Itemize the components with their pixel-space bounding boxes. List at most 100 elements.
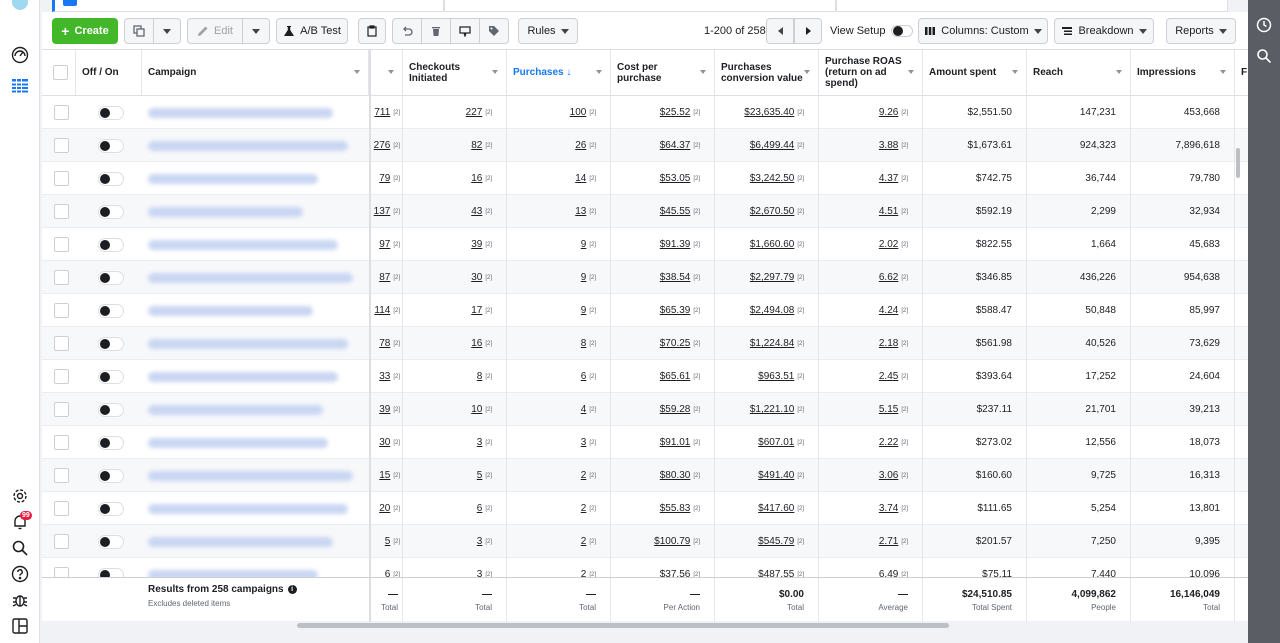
cell-purchases[interactable]: 3 [2]	[507, 426, 611, 459]
cell-purchase-roas[interactable]: 4.37 [2]	[819, 162, 923, 195]
ab-test-button[interactable]: A/B Test	[276, 18, 348, 44]
search-icon[interactable]	[10, 538, 30, 558]
row-select-checkbox[interactable]	[54, 501, 69, 516]
cell-cost-per-purchase[interactable]: $53.05 [2]	[611, 162, 715, 195]
table-row[interactable]: 30 [2] 3 [2] 3 [2] $91.01 [2] $607.01 [2] 2.22 [2] $…	[42, 426, 1248, 459]
cell-purchases[interactable]: 9 [2]	[507, 261, 611, 294]
campaign-name-link[interactable]	[148, 273, 353, 283]
row-select-checkbox[interactable]	[54, 105, 69, 120]
cell-cost-per-purchase[interactable]: $91.01 [2]	[611, 426, 715, 459]
cell-checkouts-initiated[interactable]: 43 [2]	[403, 195, 507, 228]
edit-button[interactable]: Edit	[187, 18, 243, 44]
campaign-on-off-toggle[interactable]	[98, 436, 124, 450]
cell-purchase-roas[interactable]: 4.24 [2]	[819, 294, 923, 327]
cell-checkouts-initiated[interactable]: 17 [2]	[403, 294, 507, 327]
row-select-checkbox[interactable]	[54, 534, 69, 549]
cell-conversion-value[interactable]: $3,242.50 [2]	[715, 162, 819, 195]
cell-hidden-metric[interactable]: 97 [2]	[371, 228, 403, 261]
cell-conversion-value[interactable]: $1,224.84 [2]	[715, 327, 819, 360]
header-campaign[interactable]: Campaign	[142, 50, 369, 96]
preview-button[interactable]	[450, 18, 480, 44]
cell-hidden-metric[interactable]: 276 [2]	[371, 129, 403, 162]
cell-purchase-roas[interactable]: 5.15 [2]	[819, 393, 923, 426]
table-row[interactable]: 87 [2] 30 [2] 9 [2] $38.54 [2] $2,297.79 [2] 6.62[…	[42, 261, 1248, 294]
cell-checkouts-initiated[interactable]: 227 [2]	[403, 96, 507, 129]
select-all-checkbox[interactable]	[53, 65, 68, 80]
header-impressions[interactable]: Impressions	[1131, 50, 1235, 96]
cell-purchase-roas[interactable]: 3.88 [2]	[819, 129, 923, 162]
campaign-on-off-toggle[interactable]	[98, 271, 124, 285]
zoom-search-icon[interactable]	[1256, 48, 1272, 64]
cell-conversion-value[interactable]: $963.51 [2]	[715, 360, 819, 393]
cell-purchase-roas[interactable]: 9.26 [2]	[819, 96, 923, 129]
cell-cost-per-purchase[interactable]: $55.83 [2]	[611, 492, 715, 525]
history-clock-icon[interactable]	[1256, 17, 1272, 33]
cell-purchase-roas[interactable]: 2.45 [2]	[819, 360, 923, 393]
header-cost-per-purchase[interactable]: Cost per purchase	[611, 50, 715, 96]
cell-purchase-roas[interactable]: 2.71 [2]	[819, 525, 923, 558]
row-select-checkbox[interactable]	[54, 435, 69, 450]
campaign-on-off-toggle[interactable]	[98, 403, 124, 417]
campaign-name-link[interactable]	[148, 504, 348, 514]
cell-checkouts-initiated[interactable]: 6 [2]	[403, 492, 507, 525]
cell-purchases[interactable]: 13 [2]	[507, 195, 611, 228]
campaign-on-off-toggle[interactable]	[98, 469, 124, 483]
table-row[interactable]: 276 [2] 82 [2] 26 [2] $64.37 [2] $6,499.44 [2] 3.8…	[42, 129, 1248, 162]
cell-checkouts-initiated[interactable]: 82 [2]	[403, 129, 507, 162]
table-row[interactable]: 79 [2] 16 [2] 14 [2] $53.05 [2] $3,242.50 [2] 4.37…	[42, 162, 1248, 195]
bug-report-icon[interactable]	[10, 590, 30, 610]
duplicate-button[interactable]	[124, 18, 154, 44]
table-row[interactable]: 20 [2] 6 [2] 2 [2] $55.83 [2] $417.60 [2] 3.74 [2] $…	[42, 492, 1248, 525]
campaign-name-link[interactable]	[148, 141, 348, 151]
cell-conversion-value[interactable]: $491.40 [2]	[715, 459, 819, 492]
cell-checkouts-initiated[interactable]: 16 [2]	[403, 327, 507, 360]
help-question-icon[interactable]	[10, 564, 30, 584]
campaign-name-link[interactable]	[148, 240, 338, 250]
table-row[interactable]: 114 [2] 17 [2] 9 [2] $65.39 [2] $2,494.08 [2] 4.24…	[42, 294, 1248, 327]
campaign-name-link[interactable]	[148, 471, 353, 481]
cell-hidden-metric[interactable]: 39 [2]	[371, 393, 403, 426]
cell-cost-per-purchase[interactable]: $45.55 [2]	[611, 195, 715, 228]
cell-purchase-roas[interactable]: 4.51 [2]	[819, 195, 923, 228]
create-button[interactable]: + Create	[52, 18, 118, 44]
cell-purchases[interactable]: 14 [2]	[507, 162, 611, 195]
row-select-checkbox[interactable]	[54, 138, 69, 153]
cell-purchases[interactable]: 8 [2]	[507, 327, 611, 360]
campaign-on-off-toggle[interactable]	[98, 106, 124, 120]
cell-conversion-value[interactable]: $607.01 [2]	[715, 426, 819, 459]
campaign-name-link[interactable]	[148, 108, 333, 118]
row-select-checkbox[interactable]	[54, 402, 69, 417]
cell-hidden-metric[interactable]: 33 [2]	[371, 360, 403, 393]
cell-purchase-roas[interactable]: 6.62 [2]	[819, 261, 923, 294]
panel-layout-icon[interactable]	[10, 616, 30, 636]
cell-cost-per-purchase[interactable]: $70.25 [2]	[611, 327, 715, 360]
vertical-scrollbar[interactable]	[1236, 148, 1240, 178]
undo-button[interactable]	[392, 18, 422, 44]
cell-cost-per-purchase[interactable]: $91.39 [2]	[611, 228, 715, 261]
header-purchases[interactable]: Purchases ↓	[507, 50, 611, 96]
campaign-on-off-toggle[interactable]	[98, 502, 124, 516]
cell-conversion-value[interactable]: $1,660.60 [2]	[715, 228, 819, 261]
cell-checkouts-initiated[interactable]: 3 [2]	[403, 426, 507, 459]
campaign-on-off-toggle[interactable]	[98, 238, 124, 252]
delete-button[interactable]	[421, 18, 451, 44]
cell-checkouts-initiated[interactable]: 10 [2]	[403, 393, 507, 426]
cell-conversion-value[interactable]: $1,221.10 [2]	[715, 393, 819, 426]
cell-cost-per-purchase[interactable]: $65.61 [2]	[611, 360, 715, 393]
cell-purchase-roas[interactable]: 3.06 [2]	[819, 459, 923, 492]
cell-hidden-metric[interactable]: 137 [2]	[371, 195, 403, 228]
row-select-checkbox[interactable]	[54, 336, 69, 351]
previous-page-button[interactable]	[766, 18, 794, 44]
campaign-name-link[interactable]	[148, 438, 328, 448]
cell-purchases[interactable]: 9 [2]	[507, 294, 611, 327]
cell-purchases[interactable]: 2 [2]	[507, 492, 611, 525]
cell-purchases[interactable]: 100 [2]	[507, 96, 611, 129]
info-icon[interactable]: i	[287, 585, 297, 594]
cell-hidden-metric[interactable]: 15 [2]	[371, 459, 403, 492]
settings-gear-icon[interactable]	[10, 486, 30, 506]
cell-purchase-roas[interactable]: 2.22 [2]	[819, 426, 923, 459]
cell-checkouts-initiated[interactable]: 5 [2]	[403, 459, 507, 492]
tab-ads[interactable]	[836, 0, 1228, 12]
duplicate-dropdown[interactable]	[153, 18, 181, 44]
table-row[interactable]: 33 [2] 8 [2] 6 [2] $65.61 [2] $963.51 [2] 2.45 [2] $…	[42, 360, 1248, 393]
